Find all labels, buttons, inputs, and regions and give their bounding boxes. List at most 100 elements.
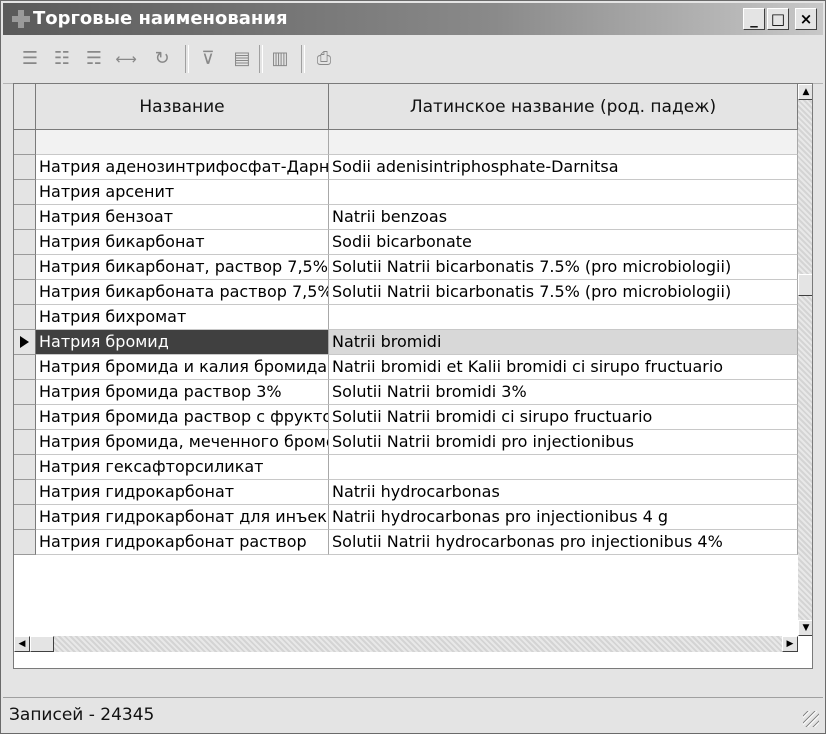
- close-button[interactable]: ×: [795, 8, 817, 30]
- clear-filter-icon[interactable]: ⊽: [193, 44, 223, 74]
- cell-name[interactable]: Натрия арсенит: [36, 180, 329, 205]
- cell-latin-name[interactable]: Natrii bromidi et Kalii bromidi ci sirup…: [329, 355, 798, 380]
- scroll-left-button[interactable]: ◀: [14, 636, 30, 652]
- cell-latin-name[interactable]: Natrii bromidi: [329, 330, 798, 355]
- current-row-arrow-icon: [20, 336, 29, 348]
- cell-name[interactable]: Натрия бромида, меченного бромом: [36, 430, 329, 455]
- column-header-latin-name[interactable]: Латинское название (род. падеж): [329, 84, 798, 130]
- cell-latin-name[interactable]: Sodii adenisintriphosphate-Darnitsa: [329, 155, 798, 180]
- row-indicator-header: [14, 84, 36, 130]
- toolbar: ☰ ☷ ☴ ⟷ ↻ ⊽ ▤ ▥ ⎙: [3, 37, 823, 84]
- table-row[interactable]: Натрия гидрокарбонат раствор Solutii Natr…: [14, 530, 798, 555]
- row-indicator[interactable]: [14, 455, 36, 480]
- row-indicator[interactable]: [14, 155, 36, 180]
- cell-name[interactable]: Натрия аденозинтрифосфат-Дарница: [36, 155, 329, 180]
- refresh-icon[interactable]: ↻: [147, 44, 177, 74]
- cell-latin-name[interactable]: Solutii Natrii bromidi ci sirupo fructua…: [329, 405, 798, 430]
- table-row[interactable]: Натрия бромид Natrii bromidi: [14, 330, 798, 355]
- table-row[interactable]: Натрия бромида раствор с фруктозой Soluti…: [14, 405, 798, 430]
- horizontal-scrollbar[interactable]: ◀ ▶: [14, 636, 798, 652]
- column-header-name[interactable]: Название: [36, 84, 329, 130]
- row-indicator[interactable]: [14, 230, 36, 255]
- status-bar: Записей - 24345: [3, 697, 823, 731]
- filter-cell-latin-name[interactable]: [329, 130, 798, 155]
- plus-cross-icon: [12, 10, 30, 28]
- cell-name[interactable]: Натрия бикарбонат, раствор 7,5%: [36, 255, 329, 280]
- cell-name[interactable]: Натрия гидрокарбонат раствор: [36, 530, 329, 555]
- vertical-scroll-thumb[interactable]: [798, 274, 812, 296]
- cell-latin-name[interactable]: Solutii Natrii bicarbonatis 7.5% (pro mi…: [329, 255, 798, 280]
- row-indicator[interactable]: [14, 330, 36, 355]
- row-indicator[interactable]: [14, 305, 36, 330]
- filter-selected-icon[interactable]: ▥: [265, 44, 295, 74]
- record-count: Записей - 24345: [9, 705, 155, 725]
- cell-latin-name[interactable]: Solutii Natrii bromidi 3%: [329, 380, 798, 405]
- cell-latin-name[interactable]: Solutii Natrii hydrocarbonas pro injecti…: [329, 530, 798, 555]
- horizontal-scroll-thumb[interactable]: [30, 636, 54, 652]
- cell-latin-name[interactable]: Natrii benzoas: [329, 205, 798, 230]
- table-row[interactable]: Натрия гидрокарбонат Natrii hydrocarbonas: [14, 480, 798, 505]
- filter-table-icon[interactable]: ▤: [227, 44, 257, 74]
- cell-name[interactable]: Натрия бромида и калия бромида: [36, 355, 329, 380]
- cell-latin-name[interactable]: Solutii Natrii bromidi pro injectionibus: [329, 430, 798, 455]
- fit-columns-icon[interactable]: ⟷: [111, 44, 141, 74]
- resize-grip-icon[interactable]: [803, 711, 819, 727]
- table-row[interactable]: Натрия бикарбоната раствор 7,5% Solutii N…: [14, 280, 798, 305]
- table-row[interactable]: Натрия бихромат: [14, 305, 798, 330]
- insert-row-icon[interactable]: ☰: [15, 44, 45, 74]
- cell-name[interactable]: Натрия бромида раствор с фруктозой: [36, 405, 329, 430]
- scroll-right-button[interactable]: ▶: [782, 636, 798, 652]
- row-indicator[interactable]: [14, 405, 36, 430]
- cell-name[interactable]: Натрия бромид: [36, 330, 329, 355]
- cell-name[interactable]: Натрия бихромат: [36, 305, 329, 330]
- row-indicator[interactable]: [14, 255, 36, 280]
- edit-row-icon[interactable]: ☴: [79, 44, 109, 74]
- app-window: Торговые наименования _ □ × ☰ ☷ ☴ ⟷ ↻ ⊽ …: [0, 0, 826, 734]
- cell-latin-name[interactable]: [329, 305, 798, 330]
- cell-name[interactable]: Натрия гексафторсиликат: [36, 455, 329, 480]
- cell-latin-name[interactable]: Natrii hydrocarbonas: [329, 480, 798, 505]
- cell-name[interactable]: Натрия бикарбоната раствор 7,5%: [36, 280, 329, 305]
- cell-name[interactable]: Натрия бикарбонат: [36, 230, 329, 255]
- maximize-button[interactable]: □: [767, 8, 789, 30]
- table-row[interactable]: Натрия аденозинтрифосфат-Дарница Sodii ad…: [14, 155, 798, 180]
- cell-latin-name[interactable]: Sodii bicarbonate: [329, 230, 798, 255]
- row-indicator[interactable]: [14, 355, 36, 380]
- vertical-scrollbar[interactable]: ▲ ▼: [798, 84, 812, 636]
- cell-latin-name[interactable]: Natrii hydrocarbonas pro injectionibus 4…: [329, 505, 798, 530]
- scroll-down-button[interactable]: ▼: [798, 620, 812, 636]
- row-indicator[interactable]: [14, 430, 36, 455]
- data-grid[interactable]: Название Латинское название (род. падеж)…: [13, 83, 813, 669]
- table-row[interactable]: Натрия гексафторсиликат: [14, 455, 798, 480]
- cell-name[interactable]: Натрия гидрокарбонат для инъекций: [36, 505, 329, 530]
- row-indicator[interactable]: [14, 480, 36, 505]
- cell-latin-name[interactable]: [329, 180, 798, 205]
- filter-cell-name[interactable]: [36, 130, 329, 155]
- table-row[interactable]: Натрия бикарбонат Sodii bicarbonate: [14, 230, 798, 255]
- table-row[interactable]: Натрия гидрокарбонат для инъекций Natrii …: [14, 505, 798, 530]
- row-indicator[interactable]: [14, 205, 36, 230]
- delete-row-icon[interactable]: ☷: [47, 44, 77, 74]
- cell-latin-name[interactable]: [329, 455, 798, 480]
- table-row[interactable]: Натрия бромида раствор 3% Solutii Natrii …: [14, 380, 798, 405]
- filter-row: [14, 130, 798, 155]
- title-bar[interactable]: Торговые наименования _ □ ×: [3, 3, 823, 35]
- cell-name[interactable]: Натрия бромида раствор 3%: [36, 380, 329, 405]
- toolbar-separator: [301, 45, 305, 73]
- table-row[interactable]: Натрия арсенит: [14, 180, 798, 205]
- row-indicator[interactable]: [14, 530, 36, 555]
- row-indicator[interactable]: [14, 180, 36, 205]
- print-icon[interactable]: ⎙: [309, 44, 339, 74]
- scroll-up-button[interactable]: ▲: [798, 84, 812, 100]
- row-indicator[interactable]: [14, 280, 36, 305]
- cell-latin-name[interactable]: Solutii Natrii bicarbonatis 7.5% (pro mi…: [329, 280, 798, 305]
- row-indicator[interactable]: [14, 380, 36, 405]
- minimize-button[interactable]: _: [743, 8, 765, 30]
- table-row[interactable]: Натрия бензоат Natrii benzoas: [14, 205, 798, 230]
- cell-name[interactable]: Натрия гидрокарбонат: [36, 480, 329, 505]
- row-indicator[interactable]: [14, 505, 36, 530]
- table-row[interactable]: Натрия бромида, меченного бромом Solutii …: [14, 430, 798, 455]
- cell-name[interactable]: Натрия бензоат: [36, 205, 329, 230]
- table-row[interactable]: Натрия бикарбонат, раствор 7,5% Solutii N…: [14, 255, 798, 280]
- table-row[interactable]: Натрия бромида и калия бромида Natrii bro…: [14, 355, 798, 380]
